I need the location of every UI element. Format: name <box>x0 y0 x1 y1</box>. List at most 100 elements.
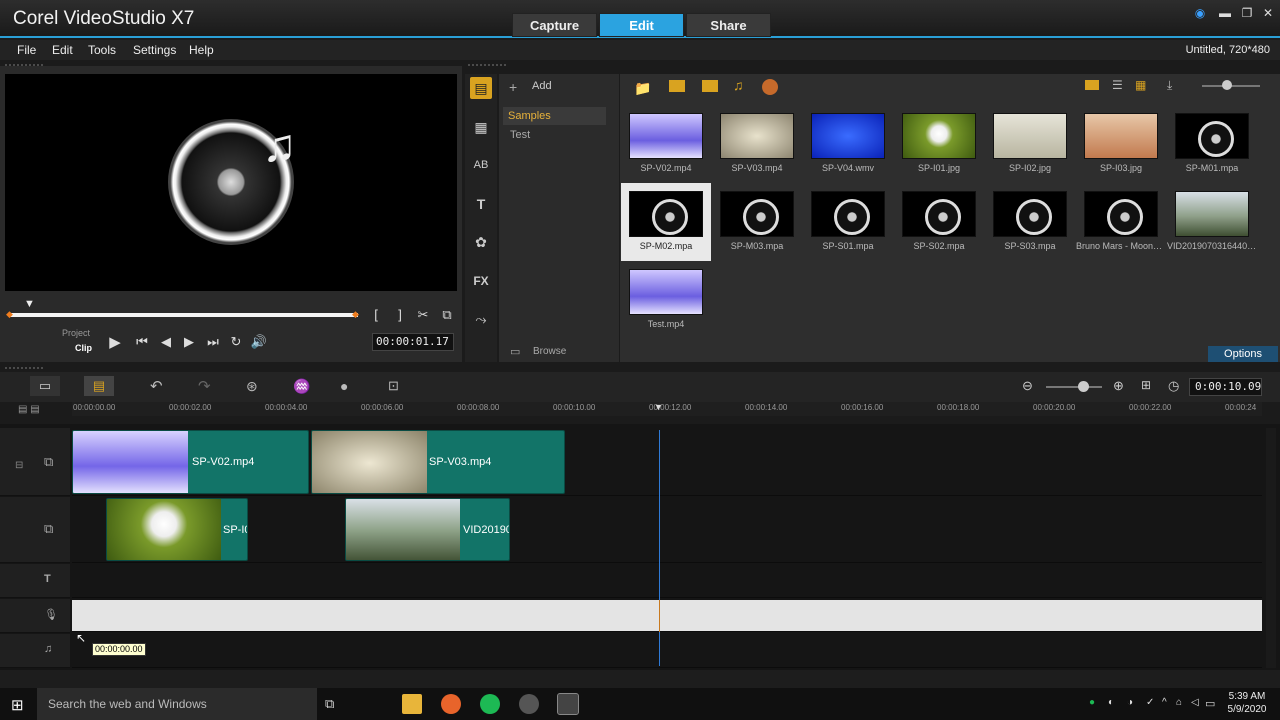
video-clip[interactable]: SP-V02.mp4 <box>72 430 309 494</box>
tray-expand-icon[interactable]: ^ <box>1162 697 1167 708</box>
playhead-marker[interactable]: ▼ <box>654 402 663 412</box>
scrubber-handle[interactable]: ▼ <box>24 298 35 310</box>
task-view-icon[interactable]: ⧉ <box>325 696 334 712</box>
play-button[interactable]: ▶ <box>105 333 125 351</box>
add-icon[interactable]: + <box>509 79 517 95</box>
overlay-track[interactable] <box>72 497 1262 563</box>
menu-settings[interactable]: Settings <box>133 43 176 57</box>
music-track[interactable] <box>72 634 1262 668</box>
mark-out-handle[interactable]: ◆ <box>352 309 359 320</box>
next-frame-icon[interactable]: ▶ <box>179 334 199 350</box>
library-item[interactable]: SP-V04.wmv <box>803 105 893 183</box>
library-item[interactable]: VID20190703164402... <box>1167 183 1257 261</box>
network-icon[interactable]: ⌂ <box>1176 697 1182 708</box>
clock-icon[interactable]: ◷ <box>1168 378 1179 394</box>
scrub-bar[interactable] <box>10 313 358 317</box>
mark-in-button[interactable]: [ <box>366 307 386 322</box>
auto-music-icon[interactable]: ● <box>340 378 348 394</box>
library-item[interactable]: SP-S03.mpa <box>985 183 1075 261</box>
options-button[interactable]: Options <box>1208 346 1278 362</box>
library-item-selected[interactable]: SP-M02.mpa <box>621 183 711 261</box>
timeline-zoom-handle[interactable] <box>1078 381 1089 392</box>
notification-icon[interactable]: ▭ <box>1205 697 1215 710</box>
undo-icon[interactable]: ↶ <box>150 377 163 395</box>
voice-track-icon[interactable]: 🎙 <box>44 608 58 621</box>
overlay-clip[interactable]: SP-I0 <box>106 498 248 561</box>
taskbar-clock[interactable]: 5:39 AM 5/9/2020 <box>1222 690 1272 716</box>
add-folder-button[interactable]: Add <box>532 80 552 92</box>
spotify-icon[interactable] <box>480 694 500 714</box>
timeline-view-icon[interactable]: ▤ <box>84 376 114 396</box>
mark-out-button[interactable]: ] <box>390 307 410 322</box>
volume-icon[interactable]: 🔊 <box>249 334 269 350</box>
menu-file[interactable]: File <box>17 43 36 57</box>
library-item[interactable]: SP-I01.jpg <box>894 105 984 183</box>
list-view-icon[interactable]: ☰ <box>1112 78 1123 92</box>
library-item[interactable]: Bruno Mars - Moonsh... <box>1076 183 1166 261</box>
windows-start-icon[interactable]: ⊞ <box>11 696 24 714</box>
panel-grip[interactable] <box>4 366 44 371</box>
storyboard-view-icon[interactable]: ▭ <box>30 376 60 396</box>
menu-help[interactable]: Help <box>189 43 214 57</box>
video-track-icon[interactable]: ⧉ <box>44 454 53 470</box>
taskbar-search[interactable]: Search the web and Windows <box>37 688 317 720</box>
title-track[interactable] <box>72 564 1262 598</box>
mark-in-handle[interactable]: ◆ <box>6 309 13 320</box>
timeline-horizontal-scrollbar[interactable] <box>0 670 1280 688</box>
library-item[interactable]: SP-M01.mpa <box>1167 105 1257 183</box>
scissors-icon[interactable]: ✂ <box>413 307 433 323</box>
tab-edit[interactable]: Edit <box>599 13 684 37</box>
home-icon[interactable]: ⏮ <box>132 334 152 350</box>
details-view-icon[interactable]: ▦ <box>1135 78 1146 92</box>
library-item[interactable]: SP-V03.mp4 <box>712 105 802 183</box>
title-icon[interactable]: T <box>470 193 492 215</box>
zoom-slider-handle[interactable] <box>1222 80 1232 90</box>
library-item[interactable]: SP-S02.mpa <box>894 183 984 261</box>
voice-track[interactable] <box>72 600 1262 632</box>
voice-track-header[interactable]: 🎙 <box>0 599 70 633</box>
fit-project-icon[interactable]: ⊞ <box>1141 378 1151 392</box>
browse-icon[interactable]: ▭ <box>510 345 520 358</box>
clip-mode-label[interactable]: Clip <box>75 343 92 353</box>
record-capture-icon[interactable]: ⊛ <box>246 378 258 395</box>
video-track-header[interactable]: ⧉ ⊟ <box>0 428 70 496</box>
end-icon[interactable]: ⏭ <box>203 334 223 350</box>
track-options-icon[interactable]: ⊟ <box>15 460 23 471</box>
tab-share[interactable]: Share <box>686 13 771 37</box>
tray-spotify-icon[interactable]: ● <box>1089 697 1095 708</box>
title-track-header[interactable]: T <box>0 564 70 598</box>
file-explorer-icon[interactable] <box>402 694 422 714</box>
restore-button[interactable]: ❐ <box>1238 5 1256 21</box>
menu-tools[interactable]: Tools <box>88 43 116 57</box>
firefox-icon[interactable] <box>441 694 461 714</box>
enlarge-icon[interactable]: ⧉ <box>437 307 457 323</box>
previous-frame-icon[interactable]: ◀ <box>156 334 176 350</box>
title-track-icon[interactable]: T <box>44 573 51 585</box>
library-item[interactable]: SP-M03.mpa <box>712 183 802 261</box>
track-manager-icon[interactable]: ▤ ▤ <box>18 404 40 415</box>
transition-icon[interactable]: AB <box>470 154 492 176</box>
folder-test[interactable]: Test <box>510 129 530 141</box>
music-track-header[interactable]: ♫ <box>0 634 70 668</box>
library-item[interactable]: SP-S01.mpa <box>803 183 893 261</box>
instant-project-icon[interactable]: ▦ <box>470 116 492 138</box>
fx-icon[interactable]: FX <box>470 270 492 292</box>
library-item[interactable]: Test.mp4 <box>621 261 711 339</box>
menu-edit[interactable]: Edit <box>52 43 73 57</box>
folder-icon[interactable]: 📁 <box>634 80 651 97</box>
folder-samples[interactable]: Samples <box>508 110 551 122</box>
show-audio-icon[interactable]: ♫ <box>733 77 744 93</box>
tray-icon-3[interactable]: ✓ <box>1146 697 1154 708</box>
show-videos-icon[interactable] <box>669 80 685 92</box>
timecode-field[interactable]: 00:00:01.17 <box>372 333 454 351</box>
overlay-track-header[interactable]: ⧉ <box>0 497 70 563</box>
redo-icon[interactable]: ↷ <box>198 377 211 395</box>
tray-icon-1[interactable]: ◐ <box>1108 697 1114 708</box>
panel-grip[interactable] <box>467 63 507 68</box>
speaker-icon[interactable]: ◁ <box>1191 697 1199 708</box>
import-icon[interactable]: ⤓ <box>1167 78 1172 93</box>
sort-icon[interactable] <box>762 79 778 95</box>
sound-mixer-icon[interactable]: ♒ <box>293 378 310 395</box>
overlay-track-icon[interactable]: ⧉ <box>44 521 53 537</box>
graphic-icon[interactable]: ✿ <box>470 231 492 253</box>
